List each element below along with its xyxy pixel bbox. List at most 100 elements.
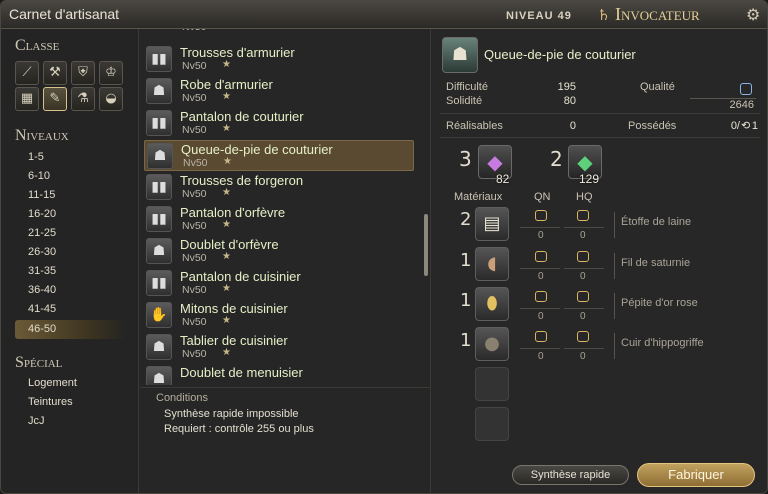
recipe-level: Nv50 — [182, 252, 207, 264]
level-range-item[interactable]: 11-15 — [15, 186, 127, 205]
divider — [520, 348, 560, 349]
level-range-item[interactable]: 21-25 — [15, 224, 127, 243]
star-icon: ★ — [222, 283, 231, 294]
recipe-list-scrollbar[interactable] — [424, 214, 428, 276]
nq-checkbox[interactable] — [535, 331, 547, 342]
nq-checkbox[interactable] — [535, 291, 547, 302]
hq-checkbox[interactable] — [577, 331, 589, 342]
hq-checkbox[interactable] — [577, 291, 589, 302]
thread-icon[interactable]: ◖ — [475, 247, 509, 281]
recipe-item[interactable]: ▮▮ Pantalon de couturier Nv50 ★ — [144, 108, 414, 139]
goldsmith-class-icon[interactable]: ♔ — [99, 61, 123, 85]
coat-icon: ☗ — [442, 37, 478, 73]
nugget-icon[interactable]: ⬮ — [475, 287, 509, 321]
recipe-name: Queue-de-pie de couturier — [181, 142, 333, 157]
recipe-level: Nv50 — [183, 157, 208, 169]
leatherworker-class-icon[interactable]: ▦ — [15, 87, 39, 111]
level-range-item[interactable]: 26-30 — [15, 243, 127, 262]
recipe-item-partial[interactable]: Nv50 ★ — [144, 29, 414, 35]
recipe-item[interactable]: ✋ Mitons de cuisinier Nv50 ★ — [144, 300, 414, 331]
level-range-item[interactable]: 41-45 — [15, 300, 127, 319]
level-range-item[interactable]: 6-10 — [15, 167, 127, 186]
recipe-item[interactable]: ▮▮ Trousses d'armurier Nv50 ★ — [144, 44, 414, 75]
star-icon: ★ — [222, 187, 231, 198]
quality-checkbox[interactable] — [740, 83, 752, 95]
carpenter-class-icon[interactable]: ⟋ — [15, 61, 39, 85]
special-section-title: Spécial — [15, 354, 63, 371]
recipe-level: Nv50 — [182, 316, 207, 328]
level-range-item[interactable]: 1-5 — [15, 148, 127, 167]
recipe-list-panel: Nv50 ★ ▮▮ Trousses d'armurier Nv50 ★ ☗ R… — [140, 29, 431, 493]
recipe-item[interactable]: ▮▮ Trousses de forgeron Nv50 ★ — [144, 172, 414, 203]
recipe-name: Trousses d'armurier — [180, 45, 295, 60]
hq-count: 0 — [580, 271, 586, 282]
recipe-level: Nv50 — [182, 92, 207, 104]
materials-label: Matériaux — [454, 191, 503, 203]
pants-icon: ▮▮ — [146, 206, 172, 232]
special-item-pvp[interactable]: JcJ — [15, 412, 127, 431]
recipe-item[interactable]: ☗ Tablier de cuisinier Nv50 ★ — [144, 332, 414, 363]
recipe-item[interactable]: ☗ Robe d'armurier Nv50 ★ — [144, 76, 414, 107]
leather-icon[interactable]: ● — [475, 327, 509, 361]
recipe-level: Nv50 — [182, 348, 207, 360]
star-icon: ★ — [222, 91, 231, 102]
trousers-icon: ▮▮ — [146, 46, 172, 72]
recipe-level: Nv50 — [182, 284, 207, 296]
recipe-detail-panel: ☗ Queue-de-pie de couturier Difficulté 1… — [432, 29, 767, 493]
recipe-name: Trousses de forgeron — [180, 173, 304, 188]
doublet-icon: ☗ — [146, 366, 172, 385]
special-item-dyes[interactable]: Teintures — [15, 393, 127, 412]
material-name: Cuir d'hippogriffe — [614, 333, 704, 359]
level-range-item-selected[interactable]: 46-50 — [15, 320, 127, 339]
hq-count: 0 — [580, 351, 586, 362]
blacksmith-class-icon[interactable]: ⚒ — [43, 61, 67, 85]
material-qty: 1 — [460, 290, 472, 311]
doublet-icon: ☗ — [146, 238, 172, 264]
empty-material-slot — [475, 407, 509, 441]
hq-count: 0 — [580, 311, 586, 322]
nq-checkbox[interactable] — [535, 210, 547, 221]
settings-icon[interactable]: ⚙ — [746, 5, 760, 24]
divider — [564, 348, 604, 349]
owned-label: Possédés — [628, 120, 677, 132]
title-bar[interactable]: Carnet d'artisanat NIVEAU 49 ♄ Invocateu… — [1, 1, 767, 29]
star-icon: ★ — [222, 219, 231, 230]
recipe-name: Doublet d'orfèvre — [180, 237, 279, 252]
star-icon: ★ — [222, 347, 231, 358]
hq-checkbox[interactable] — [577, 210, 589, 221]
recipe-name: Robe d'armurier — [180, 77, 273, 92]
difficulty-value: 195 — [557, 81, 576, 93]
cloth-icon[interactable]: ▤ — [475, 207, 509, 241]
craftable-label: Réalisables — [446, 120, 503, 132]
special-item-housing[interactable]: Logement — [15, 374, 127, 393]
level-range-item[interactable]: 31-35 — [15, 262, 127, 281]
apron-icon: ☗ — [146, 334, 172, 360]
nq-checkbox[interactable] — [535, 251, 547, 262]
recipe-name: Pantalon de cuisinier — [180, 269, 301, 284]
recipe-item[interactable]: ☗ Doublet d'orfèvre Nv50 ★ — [144, 236, 414, 267]
trousers-icon: ▮▮ — [146, 174, 172, 200]
divider — [564, 308, 604, 309]
recipe-level: Nv50 — [182, 188, 207, 200]
recipe-item-selected[interactable]: ☗ Queue-de-pie de couturier Nv50 ★ — [144, 140, 414, 171]
job-name: Invocateur — [615, 4, 700, 24]
quick-synthesis-button[interactable]: Synthèse rapide — [512, 465, 629, 485]
recipe-item[interactable]: ▮▮ Pantalon d'orfèvre Nv50 ★ — [144, 204, 414, 235]
alchemist-class-icon[interactable]: ⚗ — [71, 87, 95, 111]
recipe-item[interactable]: ☗ Doublet de menuisier — [144, 364, 414, 385]
coat-icon: ☗ — [147, 143, 173, 169]
culinarian-class-icon[interactable]: ◒ — [99, 87, 123, 111]
craftable-value: 0 — [569, 120, 576, 132]
material-qty: 2 — [460, 209, 472, 230]
recipe-item[interactable]: ▮▮ Pantalon de cuisinier Nv50 ★ — [144, 268, 414, 299]
quality-value: 2646 — [729, 99, 754, 111]
craft-button[interactable]: Fabriquer — [637, 463, 755, 487]
summoner-job-icon: ♄ — [597, 6, 611, 24]
level-range-item[interactable]: 36-40 — [15, 281, 127, 300]
hq-checkbox[interactable] — [577, 251, 589, 262]
armorer-class-icon[interactable]: ⛨ — [71, 61, 95, 85]
gloves-icon: ✋ — [146, 302, 172, 328]
recipe-level: Nv50 — [182, 29, 207, 33]
weaver-class-icon[interactable]: ✎ — [43, 87, 67, 111]
level-range-item[interactable]: 16-20 — [15, 205, 127, 224]
